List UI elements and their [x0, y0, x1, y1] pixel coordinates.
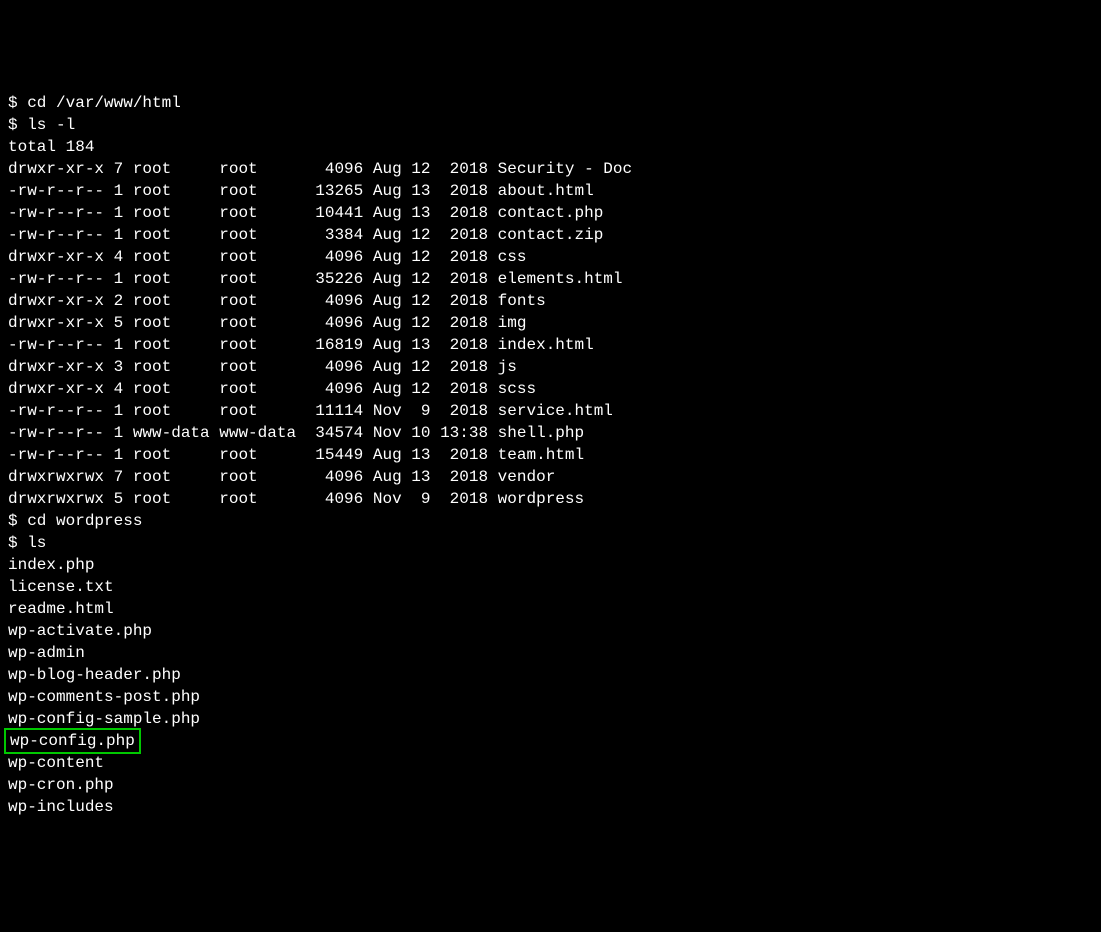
ls-file: license.txt: [8, 576, 1093, 598]
terminal-output: $ cd /var/www/html$ ls -ltotal 184drwxr-…: [8, 92, 1093, 818]
ls-row: drwxr-xr-x 2 root root 4096 Aug 12 2018 …: [8, 290, 1093, 312]
ls-row: -rw-r--r-- 1 www-data www-data 34574 Nov…: [8, 422, 1093, 444]
ls-file: wp-cron.php: [8, 774, 1093, 796]
ls-row: drwxr-xr-x 4 root root 4096 Aug 12 2018 …: [8, 378, 1093, 400]
ls-row: -rw-r--r-- 1 root root 16819 Aug 13 2018…: [8, 334, 1093, 356]
ls-row: drwxr-xr-x 5 root root 4096 Aug 12 2018 …: [8, 312, 1093, 334]
ls-file: wp-blog-header.php: [8, 664, 1093, 686]
ls-row: -rw-r--r-- 1 root root 10441 Aug 13 2018…: [8, 202, 1093, 224]
ls-file: wp-includes: [8, 796, 1093, 818]
ls-row: drwxr-xr-x 3 root root 4096 Aug 12 2018 …: [8, 356, 1093, 378]
ls-row: -rw-r--r-- 1 root root 35226 Aug 12 2018…: [8, 268, 1093, 290]
ls-file: wp-admin: [8, 642, 1093, 664]
ls-file: wp-config-sample.php: [8, 708, 1093, 730]
ls-row: drwxr-xr-x 4 root root 4096 Aug 12 2018 …: [8, 246, 1093, 268]
ls-row: -rw-r--r-- 1 root root 3384 Aug 12 2018 …: [8, 224, 1093, 246]
ls-row: -rw-r--r-- 1 root root 11114 Nov 9 2018 …: [8, 400, 1093, 422]
ls-row: drwxr-xr-x 7 root root 4096 Aug 12 2018 …: [8, 158, 1093, 180]
ls-row: drwxrwxrwx 5 root root 4096 Nov 9 2018 w…: [8, 488, 1093, 510]
ls-file: wp-comments-post.php: [8, 686, 1093, 708]
ls-file: wp-activate.php: [8, 620, 1093, 642]
ls-row: -rw-r--r-- 1 root root 15449 Aug 13 2018…: [8, 444, 1093, 466]
cmd-line: $ cd /var/www/html: [8, 92, 1093, 114]
cmd-line: $ cd wordpress: [8, 510, 1093, 532]
ls-file: wp-content: [8, 752, 1093, 774]
ls-row: -rw-r--r-- 1 root root 13265 Aug 13 2018…: [8, 180, 1093, 202]
ls-file: readme.html: [8, 598, 1093, 620]
ls-row: drwxrwxrwx 7 root root 4096 Aug 13 2018 …: [8, 466, 1093, 488]
cmd-line: $ ls -l: [8, 114, 1093, 136]
highlighted-file: wp-config.php: [4, 728, 141, 754]
ls-file: wp-config.php: [8, 730, 1093, 752]
cmd-line: $ ls: [8, 532, 1093, 554]
total-line: total 184: [8, 136, 1093, 158]
ls-file: index.php: [8, 554, 1093, 576]
